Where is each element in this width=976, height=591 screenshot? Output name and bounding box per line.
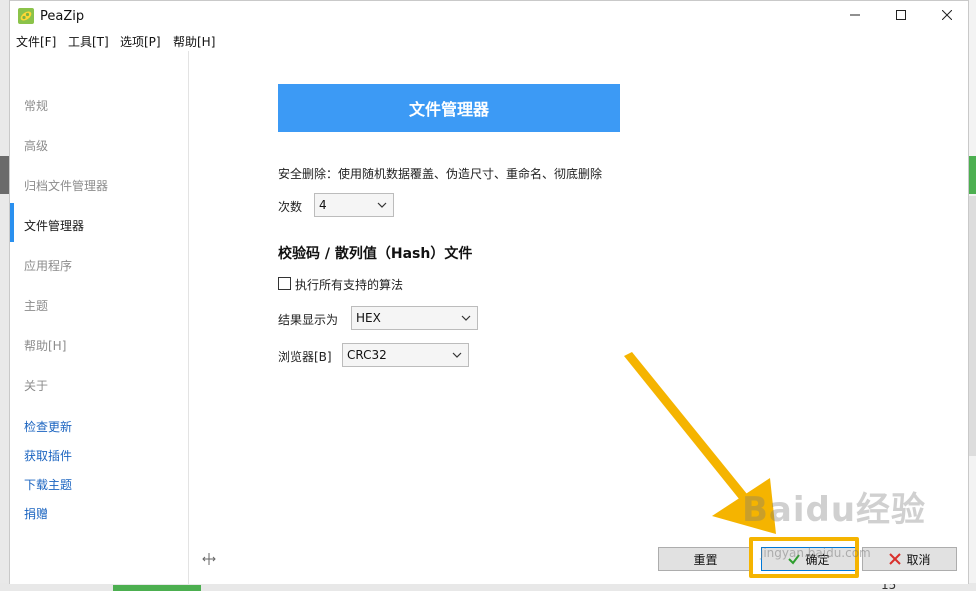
check-updates-link[interactable]: 检查更新 (24, 418, 72, 435)
move-icon[interactable] (202, 552, 216, 566)
background-right-green-bar (968, 156, 976, 194)
chevron-down-icon (452, 349, 462, 359)
background-right-panel (968, 196, 976, 456)
display-result-label: 结果显示为 (278, 313, 339, 327)
passes-select[interactable]: 4 (314, 193, 394, 217)
menu-options[interactable]: 选项[P] (120, 33, 161, 50)
sidebar-item-general[interactable]: 常规 (24, 97, 48, 114)
sidebar-item-advanced[interactable]: 高级 (24, 137, 48, 154)
secure-delete-description: 安全删除：使用随机数据覆盖、伪造尺寸、重命名、彻底删除 (278, 167, 603, 181)
settings-sidebar: 常规 高级 归档文件管理器 文件管理器 应用程序 主题 帮助[H] 关于 检查更… (10, 51, 189, 584)
all-algorithms-checkbox[interactable] (278, 277, 291, 290)
sidebar-item-themes[interactable]: 主题 (24, 297, 48, 314)
display-result-value: HEX (356, 311, 381, 325)
menu-file[interactable]: 文件[F] (16, 33, 56, 50)
sidebar-item-help[interactable]: 帮助[H] (24, 337, 66, 354)
chevron-down-icon (461, 312, 471, 322)
maximize-button[interactable] (878, 1, 924, 31)
title-bar[interactable]: PeaZip (10, 1, 968, 31)
sidebar-item-archive-manager[interactable]: 归档文件管理器 (24, 177, 108, 194)
sidebar-item-applications[interactable]: 应用程序 (24, 257, 72, 274)
section-header: 文件管理器 (278, 84, 620, 132)
browser-label: 浏览器[B] (278, 350, 332, 364)
sidebar-item-about[interactable]: 关于 (24, 377, 48, 394)
sidebar-item-file-manager[interactable]: 文件管理器 (24, 217, 84, 234)
hash-section-title: 校验码 / 散列值（Hash）文件 (278, 246, 473, 262)
menu-help[interactable]: 帮助[H] (173, 33, 215, 50)
minimize-icon (850, 8, 860, 24)
close-icon (941, 8, 953, 24)
peazip-app-icon (18, 8, 34, 24)
minimize-button[interactable] (832, 1, 878, 31)
watermark: Baidu经验 (742, 490, 927, 530)
cancel-button[interactable]: 取消 (862, 547, 957, 571)
chevron-down-icon (377, 199, 387, 209)
cross-icon (888, 552, 902, 566)
cancel-button-label: 取消 (906, 552, 931, 567)
passes-label: 次数 (278, 200, 303, 214)
sidebar-active-indicator (10, 203, 14, 242)
reset-button[interactable]: 重置 (658, 547, 753, 571)
maximize-icon (896, 8, 906, 24)
browser-select[interactable]: CRC32 (342, 343, 469, 367)
close-button[interactable] (924, 1, 970, 31)
all-algorithms-label: 执行所有支持的算法 (295, 278, 404, 292)
menu-bar: 文件[F] 工具[T] 选项[P] 帮助[H] (10, 31, 968, 51)
watermark-url: jingyan.baidu.com (760, 546, 871, 560)
get-plugins-link[interactable]: 获取插件 (24, 447, 72, 464)
browser-value: CRC32 (347, 348, 387, 362)
display-result-select[interactable]: HEX (351, 306, 478, 330)
download-themes-link[interactable]: 下载主题 (24, 476, 72, 493)
reset-button-label: 重置 (693, 552, 718, 567)
window-title: PeaZip (40, 9, 85, 24)
donate-link[interactable]: 捐赠 (24, 505, 48, 522)
passes-value: 4 (319, 198, 327, 212)
background-progress-bar (113, 585, 201, 591)
menu-tools[interactable]: 工具[T] (68, 33, 109, 50)
